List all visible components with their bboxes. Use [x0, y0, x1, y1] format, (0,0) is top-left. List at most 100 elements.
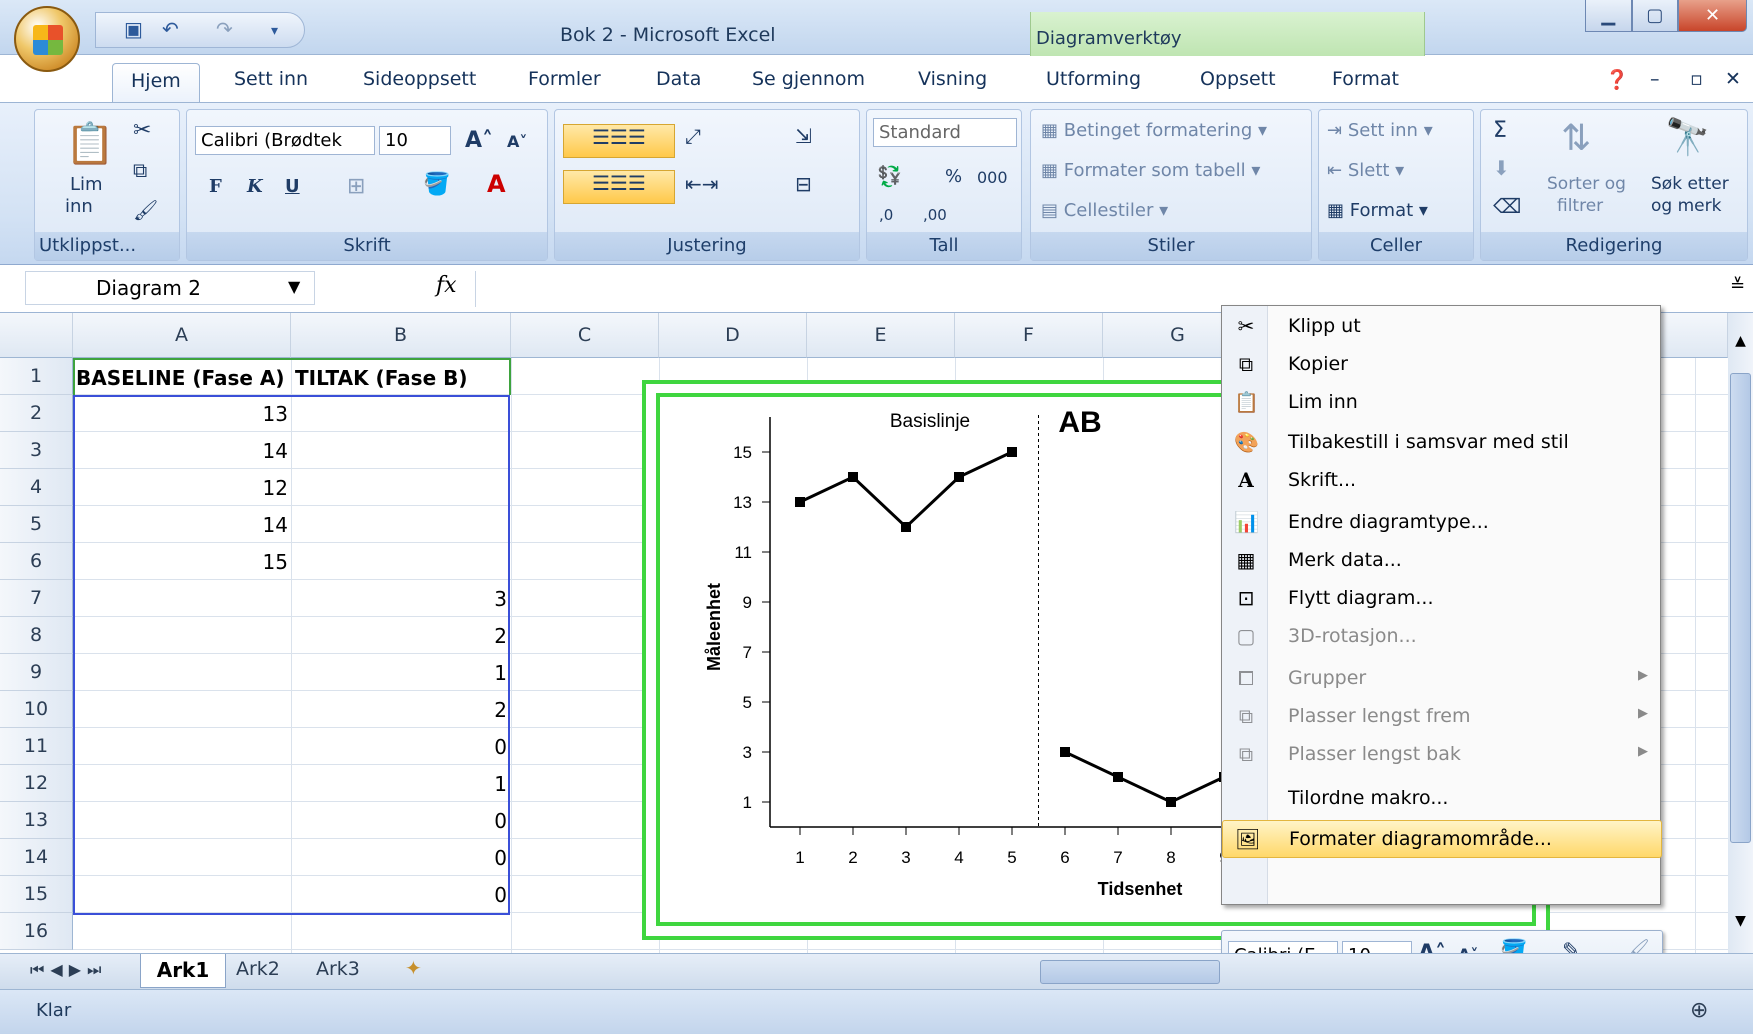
borders-icon[interactable]: ⊞: [347, 174, 365, 199]
row-header-6[interactable]: 6: [0, 543, 73, 580]
font-name-box[interactable]: Calibri (Brødtek: [195, 126, 375, 155]
row-header-13[interactable]: 13: [0, 802, 73, 839]
context-menu-item[interactable]: ▢ 3D-rotasjon...: [1222, 618, 1662, 656]
row-header-8[interactable]: 8: [0, 617, 73, 654]
merge-center-icon[interactable]: ⊟: [795, 172, 812, 196]
context-menu-item[interactable]: ▦ Merk data...: [1222, 542, 1662, 580]
column-header-b[interactable]: B: [291, 313, 511, 358]
column-header-f[interactable]: F: [955, 313, 1103, 358]
tab-oppsett[interactable]: Oppsett: [1200, 68, 1276, 90]
tab-sideoppsett[interactable]: Sideoppsett: [363, 68, 476, 90]
tab-format[interactable]: Format: [1332, 68, 1399, 90]
sort-filter-icon[interactable]: ⇅: [1561, 118, 1591, 159]
scroll-down-icon[interactable]: ▼: [1730, 913, 1751, 933]
row-header-16[interactable]: 16: [0, 913, 73, 950]
row-header-5[interactable]: 5: [0, 506, 73, 543]
vertical-scrollbar[interactable]: ▲ ▼: [1728, 313, 1753, 953]
decrease-decimal-button[interactable]: ,00: [923, 206, 947, 224]
paste-icon[interactable]: 📋: [65, 120, 115, 167]
row-header-12[interactable]: 12: [0, 765, 73, 802]
context-menu-item[interactable]: 📊 Endre diagramtype...: [1222, 504, 1662, 542]
horizontal-scrollbar[interactable]: [1040, 960, 1220, 984]
context-menu-item[interactable]: 🎨 Tilbakestill i samsvar med stil: [1222, 424, 1662, 462]
currency-icon[interactable]: 💱: [877, 164, 902, 188]
ribbon-restore-icon[interactable]: ▫: [1690, 68, 1703, 90]
scroll-thumb[interactable]: [1730, 373, 1751, 843]
clear-icon[interactable]: ⌫: [1493, 194, 1521, 218]
expand-formula-icon[interactable]: ≚: [1730, 275, 1745, 296]
save-icon[interactable]: ▣: [124, 17, 143, 41]
autosum-button[interactable]: Σ: [1493, 118, 1507, 143]
align-top-buttons[interactable]: ☰☰☰: [563, 124, 675, 158]
row-header-10[interactable]: 10: [0, 691, 73, 728]
context-menu-item[interactable]: Tilordne makro...: [1222, 780, 1662, 818]
tab-data[interactable]: Data: [656, 68, 701, 90]
row-header-7[interactable]: 7: [0, 580, 73, 617]
minimize-button[interactable]: ▁: [1585, 0, 1632, 32]
tab-se-gjennom[interactable]: Se gjennom: [752, 68, 865, 90]
orientation-icon[interactable]: ⤢: [685, 124, 701, 148]
row-header-3[interactable]: 3: [0, 432, 73, 469]
find-select-label[interactable]: Søk etter: [1651, 174, 1729, 194]
maximize-button[interactable]: ▢: [1631, 0, 1679, 32]
conditional-format-button[interactable]: Betinget formatering: [1064, 120, 1253, 141]
row-header-15[interactable]: 15: [0, 876, 73, 913]
format-painter-icon[interactable]: 🖌: [133, 198, 158, 222]
row-header-11[interactable]: 11: [0, 728, 73, 765]
redo-icon[interactable]: ↷: [216, 17, 233, 41]
find-select-icon[interactable]: 🔭: [1665, 116, 1710, 158]
column-header-c[interactable]: C: [511, 313, 659, 358]
context-menu-item[interactable]: ✂ Klipp ut: [1222, 308, 1662, 346]
tab-hjem[interactable]: Hjem: [112, 63, 200, 105]
underline-button[interactable]: U: [285, 176, 300, 197]
help-icon[interactable]: ❓: [1605, 68, 1629, 91]
find-select-label-2[interactable]: og merk: [1651, 196, 1721, 216]
sheet-tab-ark1[interactable]: Ark1: [140, 954, 226, 988]
number-format-box[interactable]: Standard: [873, 118, 1017, 147]
formula-input[interactable]: [475, 271, 1725, 307]
sort-filter-label[interactable]: Sorter og: [1547, 174, 1626, 194]
thousands-button[interactable]: 000: [977, 168, 1008, 187]
grow-font-icon[interactable]: A˄: [465, 128, 493, 153]
tab-formler[interactable]: Formler: [528, 68, 601, 90]
tab-visning[interactable]: Visning: [918, 68, 987, 90]
context-menu-item[interactable]: 📋 Lim inn: [1222, 384, 1662, 422]
percent-button[interactable]: %: [945, 166, 962, 187]
tab-utforming[interactable]: Utforming: [1046, 68, 1141, 90]
align-horizontal-buttons[interactable]: ☰☰☰: [563, 170, 675, 204]
sheet-tab-ark2[interactable]: Ark2: [236, 958, 280, 980]
customize-qat-icon[interactable]: ▾: [271, 23, 278, 39]
sheet-tab-ark3[interactable]: Ark3: [316, 958, 360, 980]
sheet-nav-icons[interactable]: ⏮◀▶⏭: [30, 960, 107, 980]
zoom-in-icon[interactable]: ⊕: [1690, 998, 1708, 1023]
context-menu-item[interactable]: 🖼 Formater diagramområde...: [1222, 820, 1662, 858]
delete-cells-button[interactable]: Slett: [1348, 160, 1390, 181]
row-header-4[interactable]: 4: [0, 469, 73, 506]
context-menu-item[interactable]: A Skrift...: [1222, 462, 1662, 500]
undo-icon[interactable]: ↶: [162, 17, 179, 41]
close-button[interactable]: ✕: [1678, 0, 1748, 32]
context-menu-item[interactable]: ⧉ Plasser lengst bak ▶: [1222, 736, 1662, 774]
context-menu-item[interactable]: ⧉ Kopier: [1222, 346, 1662, 384]
name-box-dropdown-icon[interactable]: ▼: [288, 277, 300, 296]
ribbon-minimize-icon[interactable]: –: [1650, 68, 1660, 90]
wrap-text-icon[interactable]: ⇲: [795, 124, 812, 148]
cell-styles-button[interactable]: Cellestiler: [1064, 200, 1154, 221]
ribbon-close-icon[interactable]: ✕: [1725, 68, 1741, 90]
context-menu-item[interactable]: ⧠ Grupper ▶: [1222, 660, 1662, 698]
row-header-9[interactable]: 9: [0, 654, 73, 691]
increase-decimal-button[interactable]: ,0: [879, 206, 893, 224]
row-header-2[interactable]: 2: [0, 395, 73, 432]
font-size-box[interactable]: 10: [379, 126, 451, 155]
copy-icon[interactable]: ⧉: [133, 158, 147, 182]
column-header-e[interactable]: E: [807, 313, 955, 358]
font-color-icon[interactable]: A: [487, 170, 506, 198]
column-header-d[interactable]: D: [659, 313, 807, 358]
format-cells-button[interactable]: Format: [1350, 200, 1413, 221]
context-menu-item[interactable]: ⊡ Flytt diagram...: [1222, 580, 1662, 618]
indent-icons[interactable]: ⇤⇥: [685, 172, 719, 196]
insert-cells-button[interactable]: Sett inn: [1348, 120, 1418, 141]
name-box[interactable]: Diagram 2: [25, 271, 315, 305]
tab-sett-inn[interactable]: Sett inn: [234, 68, 308, 90]
italic-button[interactable]: K: [247, 176, 263, 197]
